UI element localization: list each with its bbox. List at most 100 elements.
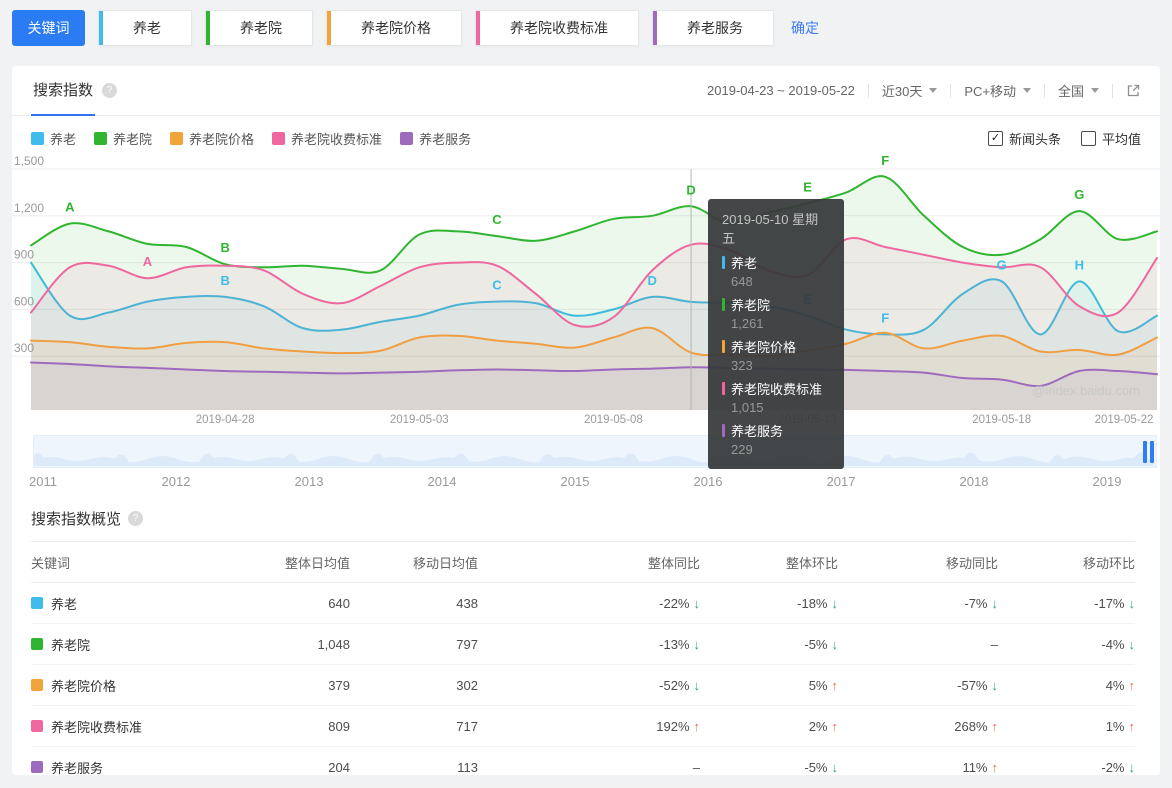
legend-item[interactable]: 养老 <box>31 129 76 148</box>
svg-text:@index.baidu.com: @index.baidu.com <box>1032 383 1140 398</box>
keyword-label: 养老服务 <box>51 760 104 776</box>
arrow-down-icon: ↓ <box>1128 636 1136 652</box>
percent-value: -5% <box>804 636 828 652</box>
percent-value: -22% <box>659 595 690 611</box>
trend-chart[interactable]: 3006009001,2001,500ABCDEFGBCDEFGHA2019-0… <box>12 151 1160 429</box>
percent-cell: -4% ↓ <box>998 637 1135 652</box>
checkbox-unchecked[interactable]: 平均值 <box>1080 129 1141 148</box>
keyword-chip[interactable]: 养老院 <box>205 10 313 46</box>
tooltip-keyword: 养老院价格 <box>722 337 830 356</box>
keyword-chip-label: 养老 <box>133 20 161 36</box>
help-icon[interactable]: ? <box>128 511 144 526</box>
timeline-year-label: 2017 <box>826 474 856 489</box>
column-header: 关键词 <box>31 555 71 571</box>
baidu-index-page: { "colors": {"accent": "#2b7bf3", "up": … <box>0 0 1172 788</box>
keyword-cell: 养老 <box>31 594 231 613</box>
tooltip-keyword-label: 养老服务 <box>731 424 784 439</box>
keyword-chip[interactable]: 养老 <box>98 10 192 46</box>
percent-value: 268% <box>954 718 988 734</box>
device-select[interactable]: PC+移动 <box>964 81 1031 100</box>
legend-label: 养老 <box>50 132 77 147</box>
table-header-row: 关键词 整体日均值 移动日均值 整体同比 整体环比 移动同比 移动环比 <box>31 541 1135 583</box>
tooltip-keyword-label: 养老 <box>731 256 758 271</box>
tooltip-keyword-label: 养老院 <box>731 298 771 313</box>
range-select[interactable]: 近30天 <box>882 81 938 100</box>
percent-cell: -57% ↓ <box>838 678 998 693</box>
svg-text:H: H <box>1075 257 1084 272</box>
percent-cell: 2% ↑ <box>700 719 838 734</box>
legend-item[interactable]: 养老服务 <box>400 129 471 148</box>
tooltip-value: 648 <box>731 274 753 289</box>
panel-header: 搜索指数 ? 2019-04-23 ~ 2019-05-22 近30天 PC+移… <box>12 66 1160 116</box>
percent-value: 1% <box>1105 718 1125 734</box>
chart-legend: 养老 养老院 养老院价格 养老院收费标准 养老服务 <box>31 129 471 148</box>
chart-tooltip: 2019-05-10 星期五 养老 648 养老院 1,261 养老院价格 323 养老院收… <box>708 199 844 469</box>
divider <box>1043 83 1045 98</box>
column-header: 整体环比 <box>785 555 838 571</box>
arrow-up-icon: ↑ <box>1128 718 1136 734</box>
percent-cell: -5% ↓ <box>700 760 838 775</box>
svg-text:2019-05-08: 2019-05-08 <box>584 414 643 426</box>
tooltip-keyword: 养老院收费标准 <box>722 379 830 398</box>
chevron-down-icon <box>1022 88 1031 93</box>
percent-cell: 11% ↑ <box>838 760 998 775</box>
svg-text:1,500: 1,500 <box>14 154 44 168</box>
keyword-swatch <box>31 638 43 650</box>
legend-item[interactable]: 养老院价格 <box>170 129 254 148</box>
column-header: 移动日均值 <box>412 555 478 571</box>
svg-text:F: F <box>881 310 889 325</box>
timeline-year-label: 2015 <box>560 474 590 489</box>
timeline-sparkline <box>34 452 1154 466</box>
percent-cell: -2% ↓ <box>998 760 1135 775</box>
tooltip-date: 2019-05-10 星期五 <box>722 212 819 246</box>
timeline-year-label: 2012 <box>161 474 191 489</box>
timeline-band[interactable] <box>33 435 1157 468</box>
timeline-handle[interactable] <box>1143 440 1154 463</box>
region-select[interactable]: 全国 <box>1058 81 1099 100</box>
mobile-avg-cell: 717 <box>456 718 478 734</box>
percent-value: -5% <box>804 759 828 775</box>
legend-item[interactable]: 养老院 <box>94 129 152 148</box>
svg-text:2019-05-22: 2019-05-22 <box>1095 414 1154 426</box>
keyword-color-stripe <box>476 11 480 45</box>
percent-cell: – <box>838 637 998 652</box>
timeline-year-label: 2019 <box>1092 474 1122 489</box>
tooltip-keyword: 养老 <box>722 253 830 272</box>
tooltip-item: 养老院价格 323 <box>722 337 830 373</box>
keyword-button[interactable]: 关键词 <box>12 10 85 46</box>
svg-text:D: D <box>686 182 695 197</box>
checkbox-checked[interactable]: ✓ 新闻头条 <box>987 129 1061 148</box>
svg-text:2019-05-03: 2019-05-03 <box>390 414 449 426</box>
percent-cell: 268% ↑ <box>838 719 998 734</box>
external-link-icon[interactable] <box>1126 83 1141 98</box>
keyword-swatch <box>31 679 43 691</box>
percent-value: -18% <box>797 595 828 611</box>
keyword-chip[interactable]: 养老服务 <box>652 10 774 46</box>
confirm-link[interactable]: 确定 <box>791 18 819 38</box>
keyword-chip[interactable]: 养老院收费标准 <box>475 10 639 46</box>
legend-checkboxes: ✓ 新闻头条 平均值 <box>987 129 1141 148</box>
svg-text:A: A <box>143 254 153 269</box>
timeline-year-label: 2016 <box>693 474 723 489</box>
help-icon[interactable]: ? <box>102 83 118 98</box>
legend-item[interactable]: 养老院收费标准 <box>272 129 382 148</box>
timeline-years: 2011 2012 2013 2014 2015 2016 2017 2018 2019 <box>29 474 1157 492</box>
keyword-label: 养老 <box>51 596 78 612</box>
svg-text:G: G <box>997 257 1007 272</box>
overall-avg-cell: 640 <box>328 595 350 611</box>
legend-row: 养老 养老院 养老院价格 养老院收费标准 养老服务 ✓ 新闻头条 平均值 <box>12 116 1160 148</box>
tooltip-value: 1,015 <box>731 400 764 415</box>
percent-value: -2% <box>1101 759 1125 775</box>
tab-search-index[interactable]: 搜索指数 <box>31 66 96 116</box>
keyword-chip-label: 养老院 <box>240 20 282 36</box>
keyword-chip[interactable]: 养老院价格 <box>326 10 462 46</box>
mobile-avg-cell: 438 <box>456 595 478 611</box>
checkbox-box[interactable]: ✓ <box>987 131 1003 146</box>
keyword-label: 养老院 <box>51 637 91 653</box>
column-header: 移动同比 <box>945 555 998 571</box>
column-header: 整体日均值 <box>284 555 350 571</box>
table-row: 养老院收费标准 809 717 192% ↑ 2% ↑ 268% ↑ 1% ↑ <box>31 706 1135 747</box>
keyword-chip-label: 养老院收费标准 <box>510 20 608 36</box>
percent-value: 4% <box>1105 677 1125 693</box>
checkbox-box[interactable] <box>1080 131 1096 146</box>
